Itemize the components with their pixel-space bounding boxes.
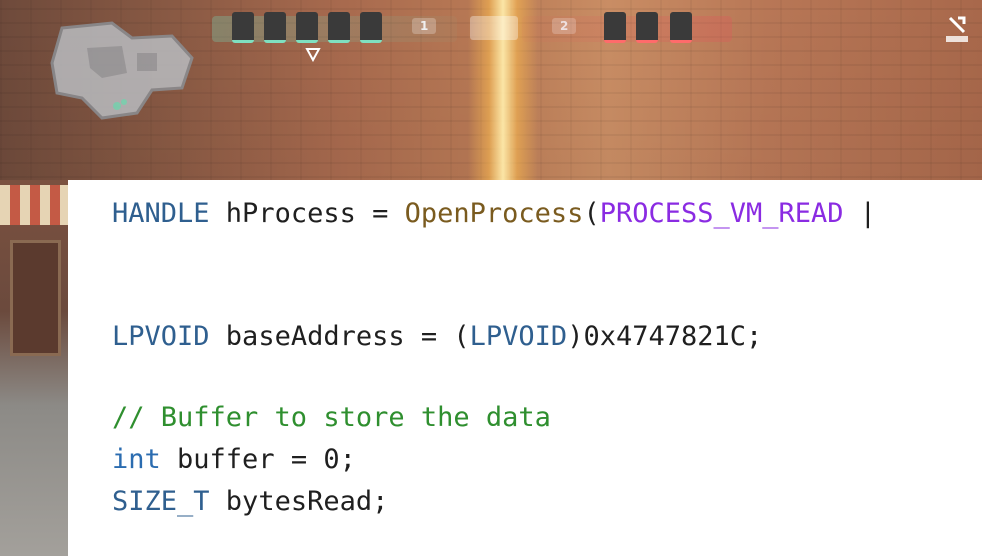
scoreboard-hud: 1 2 xyxy=(212,10,732,70)
minimap xyxy=(50,21,194,120)
team-score: 1 xyxy=(412,18,437,34)
enemy-agent-portrait xyxy=(604,12,626,43)
team-agent-portrait xyxy=(360,12,382,43)
code-line-4: int buffer = 0; xyxy=(112,444,356,475)
team-agent-portrait xyxy=(328,12,350,43)
round-timer xyxy=(470,16,518,40)
awning xyxy=(0,185,68,225)
team-agent-portrait xyxy=(296,12,318,43)
code-comment-line: // Buffer to store the data xyxy=(112,402,551,433)
enemy-agent-portrait xyxy=(636,12,658,43)
street-edge xyxy=(0,180,68,556)
building-window xyxy=(10,240,61,356)
code-snippet-panel: HANDLE hProcess = OpenProcess(PROCESS_VM… xyxy=(68,180,982,556)
enemy-bar xyxy=(522,16,732,42)
spike-icon xyxy=(305,48,321,62)
code-line-1: HANDLE hProcess = OpenProcess(PROCESS_VM… xyxy=(112,198,877,229)
code-line-5: SIZE_T bytesRead; xyxy=(112,486,389,517)
team-agent-portrait xyxy=(232,12,254,43)
team-agent-portrait xyxy=(264,12,286,43)
enemy-agent-portrait xyxy=(670,12,692,43)
code-line-2: LPVOID baseAddress = (LPVOID)0x4747821C; xyxy=(112,321,763,352)
logo-icon xyxy=(946,16,968,42)
